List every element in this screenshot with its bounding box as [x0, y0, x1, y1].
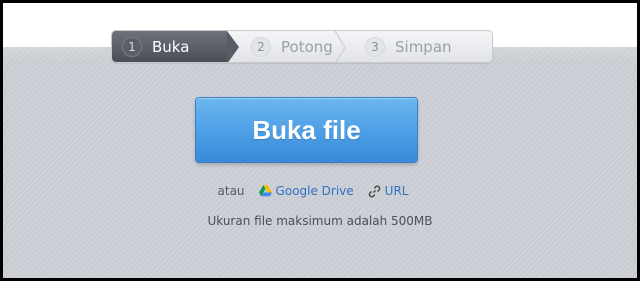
max-size-note: Ukuran file maksimum adalah 500MB	[207, 214, 433, 228]
step-label: Simpan	[395, 37, 452, 56]
or-label: atau	[217, 184, 245, 198]
step-number: 2	[251, 36, 271, 57]
step-label: Potong	[281, 37, 333, 56]
google-drive-label: Google Drive	[275, 184, 354, 198]
google-drive-link[interactable]: Google Drive	[258, 184, 354, 198]
step-number: 3	[365, 36, 385, 57]
step-save: 3 Simpan	[345, 31, 492, 62]
app-frame: 1 Buka 2 Potong 3 Simpan Buka file atau …	[0, 0, 640, 281]
alternative-sources: atau Google Drive URL	[3, 182, 637, 200]
step-number: 1	[122, 36, 142, 57]
url-link[interactable]: URL	[368, 184, 409, 198]
link-icon	[368, 185, 380, 197]
step-cut: 2 Potong	[227, 31, 346, 62]
google-drive-icon	[258, 185, 272, 197]
url-label: URL	[384, 184, 409, 198]
step-label: Buka	[152, 37, 190, 56]
step-open: 1 Buka	[112, 31, 239, 62]
open-file-button[interactable]: Buka file	[195, 97, 418, 163]
step-indicator: 1 Buka 2 Potong 3 Simpan	[111, 30, 493, 63]
